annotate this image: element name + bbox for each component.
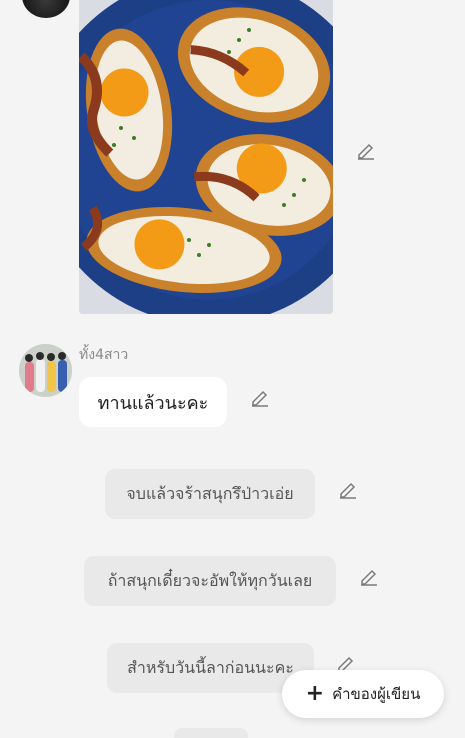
avatar-top bbox=[22, 0, 70, 18]
narration-bubble[interactable]: จบแล้วจร้าสนุกรึป่าวเอ่ย bbox=[105, 469, 315, 519]
message-bubble[interactable]: ทานแล้วนะคะ bbox=[79, 377, 227, 427]
narration-bubble[interactable]: ถ้าสนุกเดี๋ยวจะอัพให้ทุกวันเลย bbox=[84, 556, 336, 606]
edit-icon[interactable] bbox=[356, 140, 376, 160]
sender-name: ทั้ง4สาว bbox=[79, 347, 129, 363]
author-note-button[interactable]: + คำของผู้เขียน bbox=[282, 670, 444, 718]
food-photo[interactable] bbox=[79, 0, 333, 314]
plus-icon: + bbox=[305, 681, 325, 706]
edit-icon[interactable] bbox=[359, 566, 379, 586]
edit-icon[interactable] bbox=[250, 387, 270, 407]
author-note-label: คำของผู้เขียน bbox=[332, 685, 421, 703]
sender-avatar[interactable] bbox=[19, 344, 72, 397]
narration-bubble-partial bbox=[174, 728, 248, 738]
edit-icon[interactable] bbox=[338, 479, 358, 499]
